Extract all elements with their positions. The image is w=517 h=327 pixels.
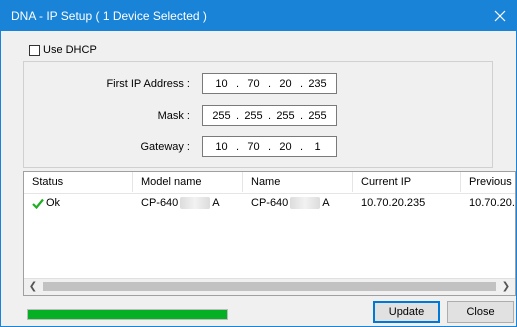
dot: . <box>235 140 240 153</box>
ip-octet[interactable]: 10 <box>210 78 234 90</box>
update-button-label: Update <box>388 306 425 318</box>
gateway-field[interactable]: 10. 70. 20. 1 <box>202 136 337 157</box>
window-title: DNA - IP Setup ( 1 Device Selected ) <box>11 9 207 23</box>
close-button[interactable]: Close <box>447 301 514 323</box>
current-ip-cell: 10.70.20.235 <box>361 197 426 209</box>
ip-octet[interactable]: 255 <box>242 110 266 122</box>
ip-octet[interactable]: 20 <box>274 78 298 90</box>
ip-setup-dialog: DNA - IP Setup ( 1 Device Selected ) Use… <box>0 0 517 327</box>
name-suffix: A <box>322 197 330 209</box>
update-button[interactable]: Update <box>373 301 440 323</box>
model-prefix: CP-640 <box>141 197 179 209</box>
dot: . <box>299 109 304 122</box>
name-cell: CP-640 A <box>243 194 353 212</box>
list-header: Status Model name Name Current IP Previo… <box>24 172 515 194</box>
ip-octet[interactable]: 70 <box>242 141 266 153</box>
gateway-label: Gateway : <box>140 141 190 153</box>
use-dhcp-row[interactable]: Use DHCP <box>29 44 97 56</box>
column-header-current-ip[interactable]: Current IP <box>353 172 461 192</box>
close-icon[interactable] <box>484 1 516 31</box>
scrollbar-thumb[interactable] <box>43 282 496 291</box>
ip-octet[interactable]: 10 <box>210 141 234 153</box>
redacted-area <box>180 197 211 210</box>
column-header-status[interactable]: Status <box>24 172 133 192</box>
ip-settings-panel: First IP Address : 10. 70. 20. 235 Mask … <box>23 61 493 168</box>
dot: . <box>267 140 272 153</box>
use-dhcp-checkbox[interactable] <box>29 44 40 56</box>
dot: . <box>267 77 272 90</box>
dot: . <box>267 109 272 122</box>
chevron-right-icon[interactable]: ❯ <box>498 280 514 294</box>
ip-octet[interactable]: 255 <box>210 110 234 122</box>
column-header-name[interactable]: Name <box>243 172 353 192</box>
ip-octet[interactable]: 255 <box>274 110 298 122</box>
name-prefix: CP-640 <box>251 197 289 209</box>
ip-octet[interactable]: 1 <box>306 141 330 153</box>
first-ip-label: First IP Address : <box>106 78 190 90</box>
dot: . <box>235 109 240 122</box>
mask-label: Mask : <box>157 110 190 122</box>
ip-octet[interactable]: 20 <box>274 141 298 153</box>
table-row[interactable]: Ok CP-640 A CP-640 A 10.70.20.235 10.70.20… <box>24 194 515 212</box>
redacted-area <box>290 197 321 210</box>
dot: . <box>299 140 304 153</box>
ip-octet[interactable]: 255 <box>306 110 330 122</box>
first-ip-field[interactable]: 10. 70. 20. 235 <box>202 73 337 94</box>
ip-octet[interactable]: 70 <box>242 78 266 90</box>
progress-bar <box>27 309 228 320</box>
mask-field[interactable]: 255. 255. 255. 255 <box>202 105 337 126</box>
status-text: Ok <box>46 197 61 209</box>
column-header-previous-ip[interactable]: Previous IP <box>461 172 515 192</box>
title-bar: DNA - IP Setup ( 1 Device Selected ) <box>1 1 516 31</box>
horizontal-scrollbar[interactable]: ❮ ❯ <box>24 278 515 295</box>
dot: . <box>235 77 240 90</box>
use-dhcp-label: Use DHCP <box>43 44 97 56</box>
device-list[interactable]: Status Model name Name Current IP Previo… <box>23 171 516 296</box>
progress-fill <box>28 310 227 319</box>
chevron-left-icon[interactable]: ❮ <box>25 280 41 294</box>
model-suffix: A <box>212 197 220 209</box>
previous-ip-cell: 10.70.20. <box>469 197 515 209</box>
column-header-model-name[interactable]: Model name <box>133 172 243 192</box>
dot: . <box>299 77 304 90</box>
check-icon <box>32 198 44 209</box>
status-cell: Ok <box>24 194 133 212</box>
close-button-label: Close <box>466 306 495 318</box>
ip-octet[interactable]: 235 <box>306 78 330 90</box>
model-name-cell: CP-640 A <box>133 194 243 212</box>
